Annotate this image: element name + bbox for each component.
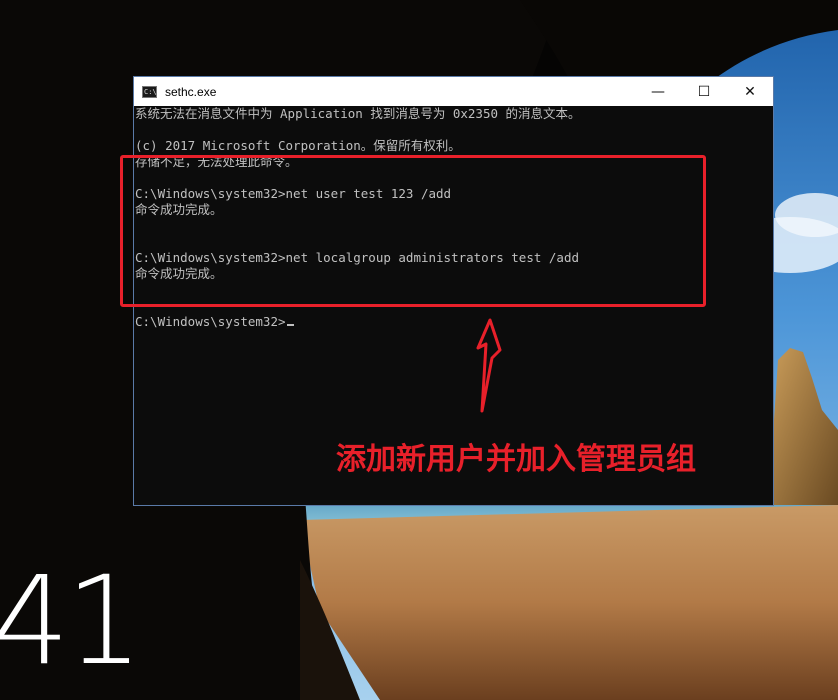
console-line: 系统无法在消息文件中为 Application 找到消息号为 0x2350 的消… xyxy=(135,106,581,121)
console-prompt: C:\Windows\system32> xyxy=(135,314,286,329)
close-button[interactable]: ✕ xyxy=(727,77,773,106)
annotation-caption: 添加新用户并加入管理员组 xyxy=(336,442,696,477)
annotation-highlight-box xyxy=(120,155,706,307)
lock-screen-clock: 41 xyxy=(0,550,143,692)
console-prompt-line[interactable]: C:\Windows\system32> xyxy=(135,314,773,330)
text-cursor xyxy=(286,324,294,326)
minimize-button[interactable]: — xyxy=(635,77,681,106)
maximize-button[interactable]: ☐ xyxy=(681,77,727,106)
console-line: (c) 2017 Microsoft Corporation。保留所有权利。 xyxy=(135,138,461,153)
annotation-arrow-icon xyxy=(476,318,502,413)
console-icon: C:\ xyxy=(142,85,157,98)
window-controls: — ☐ ✕ xyxy=(635,77,773,106)
window-titlebar[interactable]: C:\ sethc.exe — ☐ ✕ xyxy=(134,77,773,106)
window-title: sethc.exe xyxy=(165,84,217,99)
